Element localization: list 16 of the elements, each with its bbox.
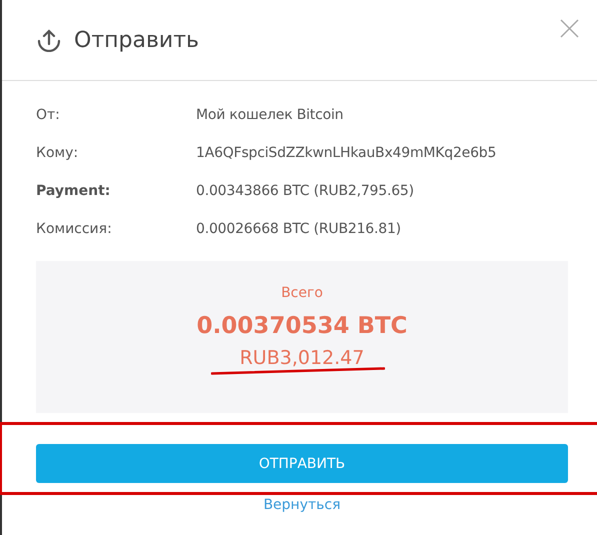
total-fiat-amount: RUB3,012.47: [240, 347, 364, 369]
close-icon[interactable]: [560, 19, 579, 38]
field-label: Комиссия:: [36, 221, 113, 237]
field-value: 1A6QFspciSdZZkwnLHkauBx49mMKq2e6b5: [196, 145, 496, 161]
total-label: Всего: [281, 285, 323, 301]
field-label: Кому:: [36, 145, 80, 161]
field-value: 0.00343866 BTC (RUB2,795.65): [196, 183, 414, 199]
back-link[interactable]: Вернуться: [263, 497, 341, 513]
field-value: Мой кошелек Bitcoin: [196, 107, 344, 123]
field-label: От:: [36, 107, 61, 123]
dialog-title: Отправить: [74, 28, 200, 52]
total-amount: 0.00370534 BTC: [196, 313, 408, 339]
send-button[interactable]: ОТПРАВИТЬ: [36, 444, 568, 483]
field-label: Payment:: [36, 183, 112, 199]
field-value: 0.00026668 BTC (RUB216.81): [196, 221, 401, 237]
upload-icon: [36, 28, 62, 52]
